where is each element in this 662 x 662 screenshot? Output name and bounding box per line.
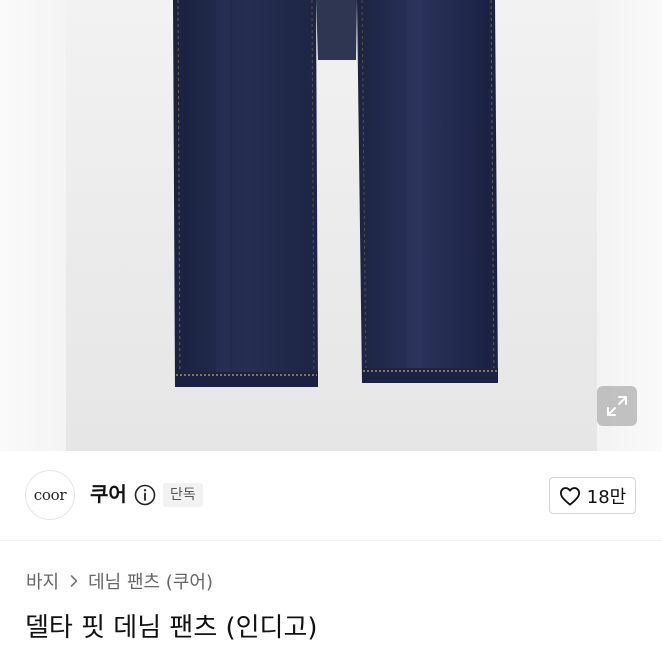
expand-arrows-icon: [607, 396, 627, 416]
info-icon[interactable]: [134, 484, 156, 506]
brand-logo[interactable]: coor: [25, 470, 75, 520]
right-leg: [357, 0, 498, 383]
heart-outline-icon: [559, 486, 580, 506]
product-title: 델타 핏 데님 팬츠 (인디고): [25, 613, 318, 643]
brand-logo-text: coor: [33, 486, 67, 504]
jeans-illustration: [173, 0, 498, 387]
exclusive-badge: 단독: [163, 483, 203, 507]
brand-row: coor 쿠어 단독 18만: [0, 451, 662, 541]
gallery-side-panel-right: [597, 0, 662, 451]
brand-name[interactable]: 쿠어: [90, 481, 127, 507]
product-detail-page: coor 쿠어 단독 18만 바지 데님 팬츠 (쿠어) 델타 핏 데님 팬츠 …: [0, 0, 662, 662]
product-image-gallery[interactable]: [0, 0, 662, 451]
breadcrumb-item-pants[interactable]: 바지: [26, 568, 59, 594]
like-count: 18만: [586, 486, 627, 508]
breadcrumb-item-denim-pants[interactable]: 데님 팬츠 (쿠어): [88, 568, 213, 594]
breadcrumb: 바지 데님 팬츠 (쿠어): [26, 569, 213, 593]
gallery-side-panel-left: [0, 0, 66, 451]
chevron-right-icon: [70, 575, 78, 587]
like-button[interactable]: 18만: [549, 477, 636, 514]
product-photo: [66, 0, 597, 451]
expand-image-button[interactable]: [597, 386, 637, 426]
left-leg: [173, 0, 318, 387]
